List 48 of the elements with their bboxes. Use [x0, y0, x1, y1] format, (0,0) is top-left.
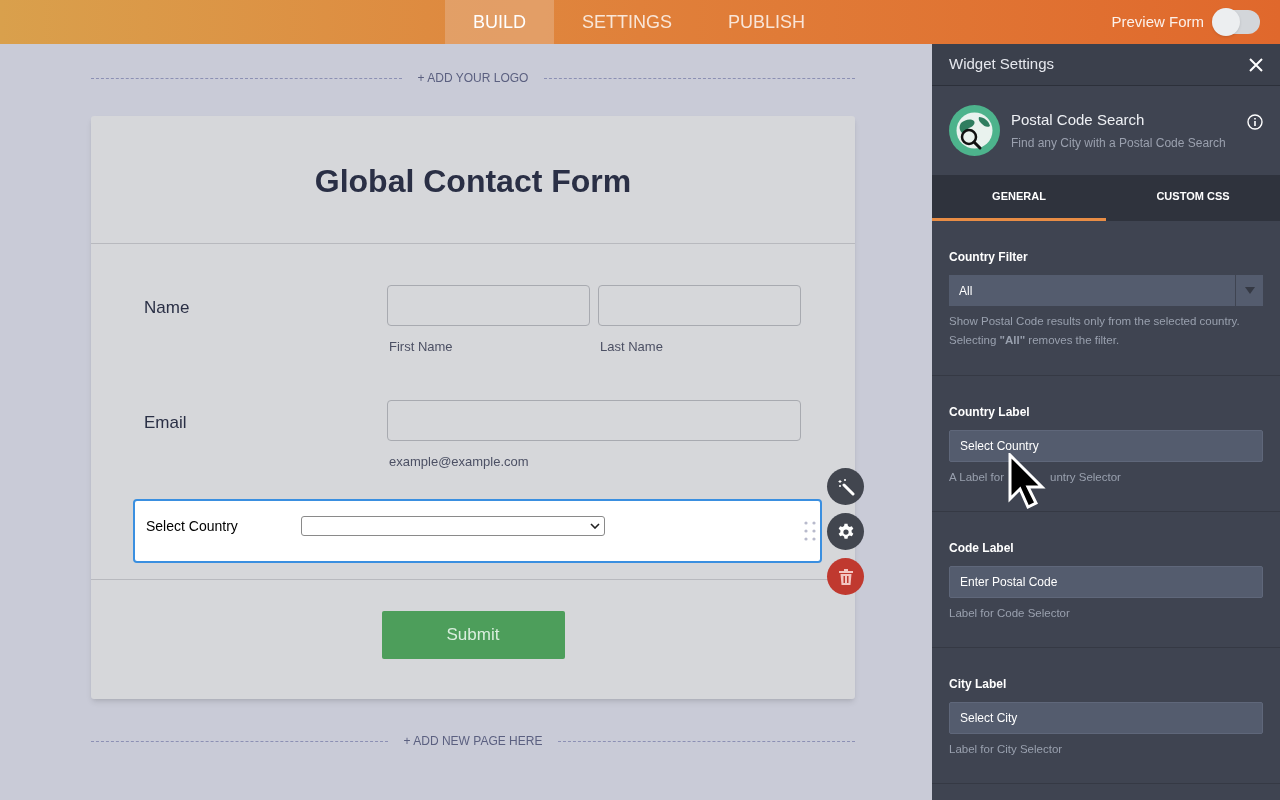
widget-name: Postal Code Search: [1011, 109, 1146, 130]
caret-icon: [1244, 287, 1255, 294]
setting-hint: A Label for: [949, 470, 1004, 485]
setting-label: City Label: [949, 676, 1008, 693]
field-sublabel: First Name: [388, 338, 454, 356]
globe-search-icon: [949, 105, 1000, 156]
trash-icon: [838, 568, 853, 585]
settings-button[interactable]: [827, 513, 864, 550]
input-field[interactable]: [598, 285, 801, 326]
text-input[interactable]: Enter Postal Code: [949, 566, 1263, 598]
widget-description: Find any City with a Postal Code Search: [1011, 135, 1226, 153]
input-field[interactable]: [387, 400, 801, 441]
preview-label: Preview Form: [1111, 11, 1204, 32]
close-icon: [1249, 57, 1263, 72]
setting-hint: Label for City Selector: [949, 742, 1064, 757]
drag-handle-icon[interactable]: [804, 521, 816, 541]
add-logo-link[interactable]: + ADD YOUR LOGO: [417, 69, 529, 87]
settings-icon: [836, 522, 855, 541]
panel-title: Widget Settings: [949, 54, 1055, 75]
setting-hint: Label for Code Selector: [949, 606, 1071, 621]
magic-wand-icon: [836, 477, 855, 496]
setting-label: Country Label: [949, 404, 1031, 421]
chevron-down-icon: [590, 523, 600, 529]
setting-hint: untry Selector: [1050, 470, 1121, 485]
text-input[interactable]: Select City: [949, 702, 1263, 734]
field-sublabel: Last Name: [599, 338, 664, 356]
panel-tab[interactable]: CUSTOM CSS: [1106, 175, 1280, 221]
panel-tab[interactable]: GENERAL: [932, 175, 1106, 221]
magic-wand-button[interactable]: [827, 468, 864, 505]
form-field-row[interactable]: Select Country: [133, 499, 822, 563]
info-button[interactable]: [1247, 114, 1263, 130]
close-button[interactable]: [1249, 57, 1263, 72]
text-input[interactable]: Select Country: [949, 430, 1263, 462]
field-label: Name: [144, 297, 191, 319]
input-field[interactable]: [387, 285, 590, 326]
field-label: Email: [144, 412, 188, 434]
country-filter-dropdown[interactable]: All: [949, 275, 1263, 306]
setting-label: Code Label: [949, 540, 1015, 557]
add-page-link[interactable]: + ADD NEW PAGE HERE: [403, 732, 543, 750]
field-label: Select Country: [146, 517, 239, 536]
form-title: Global Contact Form: [314, 161, 632, 201]
preview-toggle[interactable]: [1214, 10, 1260, 34]
setting-hint: Show Postal Code results only from the selected country. Selecting "All" removes the filter.: [949, 314, 1241, 348]
delete-button[interactable]: [827, 558, 864, 595]
info-icon: [1247, 114, 1263, 130]
setting-label: Country Filter: [949, 249, 1029, 266]
country-select[interactable]: [301, 516, 605, 536]
field-sublabel: example@example.com: [388, 453, 530, 471]
